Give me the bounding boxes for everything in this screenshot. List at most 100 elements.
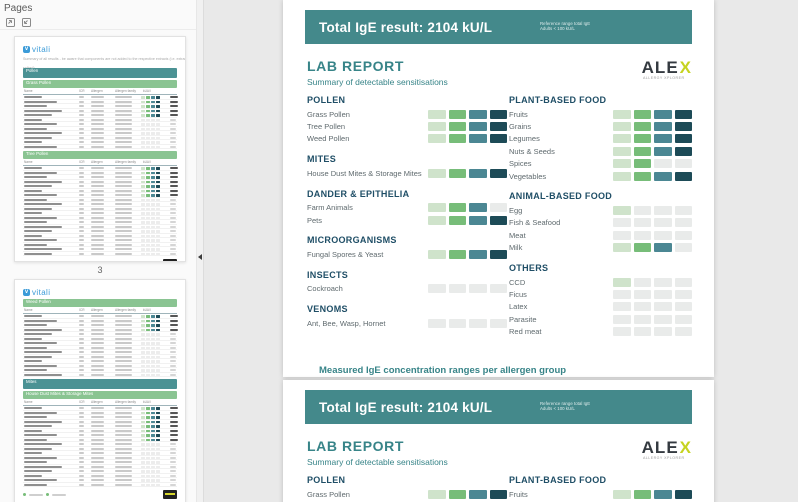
thumb-row-bar (141, 167, 160, 170)
allergen-group: VENOMS Ant, Bee, Wasp, Hornet (307, 304, 507, 329)
thumb-row-cell (79, 407, 84, 409)
thumb-row-name (24, 364, 57, 367)
thumb-row-value (170, 185, 178, 187)
thumb-row-value (170, 176, 178, 178)
thumb-row-cell (115, 351, 132, 353)
thumb-row-value (170, 324, 178, 326)
thumb-row-bar (141, 319, 160, 322)
page-tool-icon-2[interactable] (20, 16, 32, 28)
thumb-bar-segment (151, 337, 155, 340)
reference-range-line2: Adults < 100 kU/L (540, 25, 576, 31)
thumb-row-name (24, 474, 42, 477)
thumb-bar-segment (156, 100, 160, 103)
ige-level-segment (428, 250, 446, 260)
thumb-subgroup-banner: Grass Pollen (23, 80, 177, 88)
thumb-bar-segment (146, 221, 150, 224)
thumb-row-bar (141, 243, 160, 246)
thumb-bar-segment (156, 342, 160, 345)
total-ige-result-bar: Total IgE result: 2104 kU/L Reference ra… (305, 10, 692, 44)
allergen-label: Fruits (509, 489, 528, 499)
thumb-row-cell (91, 443, 104, 445)
ige-level-segment (489, 122, 507, 132)
thumb-row-cell (91, 465, 104, 468)
thumb-banner-label: Pollen (26, 68, 39, 73)
thumb-row-cell (115, 127, 132, 130)
thumb-row-value (170, 479, 176, 481)
thumb-bar-segment (156, 136, 160, 139)
sidebar-resize-divider[interactable] (196, 0, 204, 502)
thumb-bar-segment (146, 470, 150, 473)
ige-level-segment (489, 168, 507, 178)
thumb-bar-segment (156, 198, 160, 201)
thumb-row-bar (141, 355, 160, 358)
thumb-row-bar (141, 96, 160, 99)
thumb-bar-segment (156, 123, 160, 126)
thumb-bar-segment (141, 360, 145, 363)
thumb-row-cell (91, 127, 104, 130)
page-tool-icon-1[interactable] (4, 16, 16, 28)
thumb-bar-segment (141, 452, 145, 455)
thumb-table-header-cell: Allergen family (115, 308, 136, 312)
thumb-bar-segment (146, 252, 150, 255)
allergen-label: Spices (509, 159, 532, 169)
allergen-label: House Dust Mites & Storage Mites (307, 168, 422, 178)
thumb-row-cell (79, 474, 84, 477)
document-viewer[interactable]: Total IgE result: 2104 kU/L Reference ra… (204, 0, 798, 502)
thumb-bar-segment (151, 483, 155, 486)
thumb-row-bar (141, 234, 160, 237)
lab-report-heading-block: LAB REPORT Summary of detectable sensiti… (307, 58, 448, 87)
thumb-row-name (24, 118, 42, 121)
page-thumbnail-3[interactable]: v vitali Summary of all results - be aware… (14, 36, 186, 262)
thumb-row-cell (79, 225, 84, 228)
ige-level-segment (613, 159, 631, 169)
thumb-row-cell (91, 221, 104, 223)
thumb-row-cell (115, 221, 132, 223)
thumb-bar-segment (156, 355, 160, 358)
ige-level-segment (489, 489, 507, 499)
thumb-row-bar (141, 461, 160, 464)
thumb-row-cell (91, 145, 104, 148)
ige-level-segment (674, 327, 692, 337)
thumb-row-cell (79, 114, 84, 116)
thumb-row-cell (79, 243, 84, 246)
thumb-row-cell (79, 324, 84, 326)
ige-level-bar (613, 171, 692, 181)
thumb-bar-segment (156, 185, 160, 188)
thumb-bar-segment (151, 109, 155, 112)
thumb-row-cell (115, 207, 132, 210)
allergen-group: PLANT-BASED FOOD Fruits Grains Legumes Nuts … (509, 95, 692, 182)
thumb-row-value (170, 243, 176, 246)
thumb-row-cell (115, 479, 132, 481)
thumb-bar-segment (141, 429, 145, 432)
allergen-group: PLANT-BASED FOODFruitsGrainsLegumes (509, 475, 692, 502)
thumb-row-bar (141, 474, 160, 477)
sidebar-collapse-icon[interactable] (198, 254, 202, 260)
thumb-bar-segment (141, 342, 145, 345)
thumb-table-header-cell: kUA/l (143, 89, 151, 93)
thumb-row-bar (141, 452, 160, 455)
ige-level-segment (674, 109, 692, 119)
ige-level-segment (469, 134, 487, 144)
ige-range-legend: Measured IgE concentration ranges per al… (283, 365, 714, 377)
thumb-row-bar (141, 342, 160, 345)
thumb-row-cell (79, 315, 84, 317)
thumb-row-cell (91, 447, 104, 450)
thumb-bar-segment (141, 234, 145, 237)
thumb-row-value (170, 461, 176, 463)
ige-level-bar (613, 122, 692, 132)
thumb-row-name (24, 171, 57, 174)
page-thumbnail-4[interactable]: v vitali Weed Pollen Name ICR Allergen Allerge… (14, 279, 186, 502)
thumb-row-cell (91, 225, 104, 228)
thumb-bar-segment (151, 145, 155, 148)
thumb-footer-legend-dot (46, 493, 49, 496)
thumb-row-cell (91, 141, 104, 143)
thumb-row-name (24, 452, 42, 454)
allergen-label: Cockroach (307, 284, 343, 294)
reference-range-block-page2: Reference range total IgE Adults < 100 k… (540, 397, 660, 417)
thumb-bar-segment (141, 369, 145, 372)
ige-level-segment (613, 122, 631, 132)
thumb-row-cell (79, 447, 84, 450)
ige-level-segment (654, 243, 672, 253)
thumb-row-cell (115, 136, 132, 139)
thumb-row-value (170, 342, 176, 344)
